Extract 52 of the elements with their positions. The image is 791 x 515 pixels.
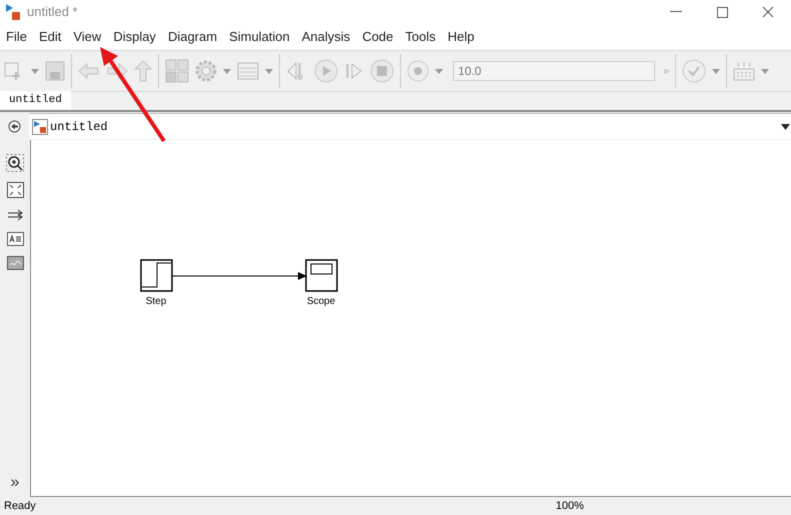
menu-item[interactable]: Tools (400, 27, 441, 47)
step-block[interactable] (140, 259, 172, 292)
window-title: untitled * (27, 3, 78, 22)
arrows-icon[interactable] (6, 208, 24, 222)
model-path-link[interactable]: untitled (50, 118, 108, 136)
menu-item[interactable]: Display (108, 27, 161, 47)
block-label: Scope (306, 295, 336, 309)
block-label: Step (146, 295, 166, 309)
forward-arrow-icon[interactable] (106, 62, 128, 80)
menu-item[interactable]: Code (357, 27, 398, 47)
scope-block[interactable] (304, 259, 338, 292)
close-icon (762, 6, 774, 18)
caret-icon[interactable] (31, 68, 39, 74)
library-grid-icon[interactable] (165, 59, 189, 83)
menu-item[interactable]: Diagram (162, 27, 222, 47)
menu-item[interactable]: Edit (34, 27, 66, 47)
caret-icon[interactable] (265, 68, 273, 74)
menu-item[interactable]: View (68, 27, 106, 47)
maximize-icon (716, 6, 728, 18)
check-icon[interactable] (682, 59, 706, 83)
zoom-level: 100% (556, 498, 584, 514)
caret-icon[interactable] (712, 68, 720, 74)
stop-icon[interactable] (370, 59, 394, 83)
menu-item[interactable]: Help (442, 27, 480, 47)
menu-item[interactable]: File (1, 27, 32, 47)
caret-icon[interactable] (435, 68, 443, 74)
model-tab[interactable]: untitled (0, 91, 71, 110)
fit-view-icon[interactable] (6, 182, 24, 198)
minimize-icon (670, 11, 682, 13)
app-icon (4, 3, 22, 21)
run-icon[interactable] (314, 59, 338, 83)
image-icon[interactable] (6, 256, 24, 270)
menu-item[interactable]: Simulation (224, 27, 295, 47)
model-icon (32, 118, 48, 134)
record-icon[interactable] (407, 60, 429, 82)
gear-icon[interactable] (195, 60, 217, 82)
zoom-in-icon[interactable] (6, 154, 24, 172)
up-arrow-icon[interactable] (134, 60, 152, 82)
caret-icon[interactable] (223, 68, 231, 74)
back-button-icon[interactable] (8, 120, 21, 132)
annotation-icon[interactable] (6, 232, 24, 246)
status-text: Ready (4, 498, 36, 514)
caret-icon[interactable] (761, 68, 770, 74)
step-forward-icon[interactable] (344, 61, 364, 81)
expand-palette-button[interactable]: » (10, 475, 20, 491)
save-icon[interactable] (45, 61, 65, 81)
table-icon[interactable] (237, 62, 259, 80)
stop-time-field[interactable]: 10.0 (453, 61, 655, 81)
dropdown-caret-icon[interactable] (781, 124, 790, 130)
menu-item[interactable]: Analysis (296, 27, 356, 47)
keyboard-icon[interactable] (733, 61, 756, 81)
back-arrow-icon[interactable] (78, 62, 100, 80)
